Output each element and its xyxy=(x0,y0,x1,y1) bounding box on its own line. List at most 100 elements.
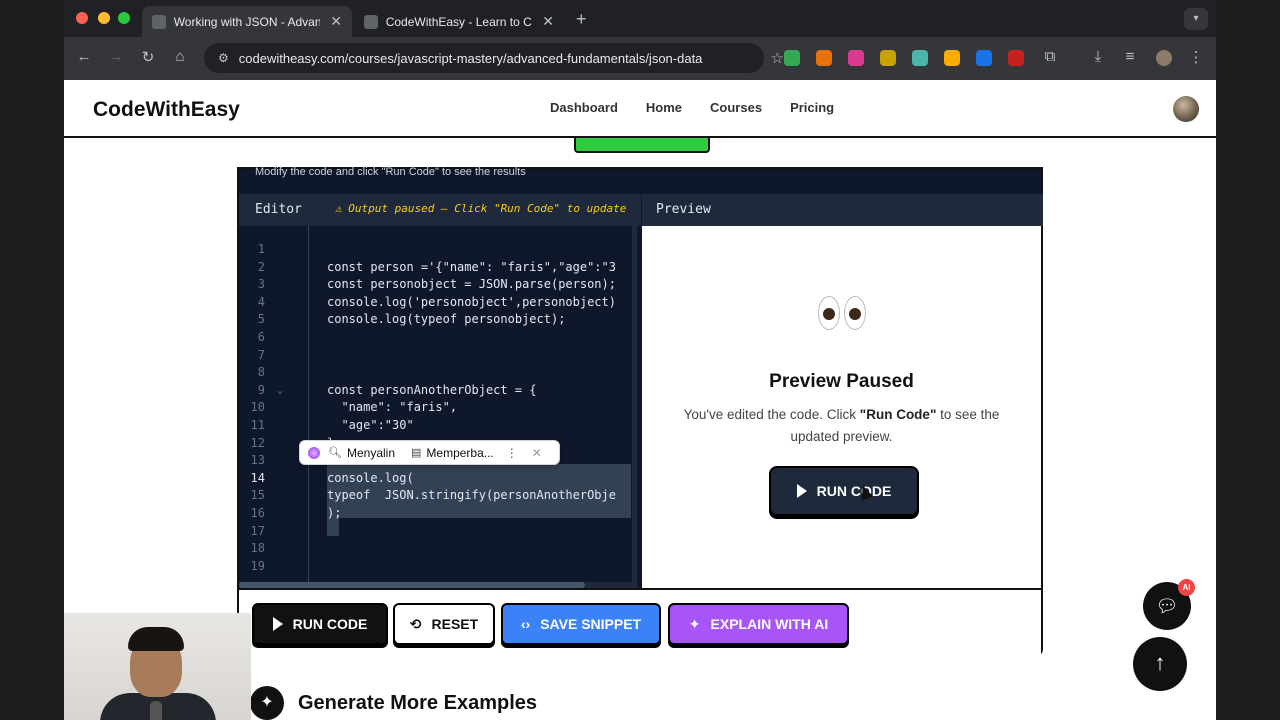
line-number: 15 xyxy=(250,488,265,502)
ai-badge: AI xyxy=(1178,579,1195,596)
editor-action-bar: RUN CODE ⟲ RESET ‹› SAVE SNIPPET ✦ EXPLA… xyxy=(239,588,1041,657)
main-nav: Dashboard Home Courses Pricing xyxy=(550,100,834,115)
bookmark-star-icon[interactable]: ☆ xyxy=(771,49,784,67)
code-line: console.log(typeof personobject); xyxy=(327,312,566,326)
preview-paused-title: Preview Paused xyxy=(769,371,914,392)
new-tab-icon[interactable]: + xyxy=(576,9,587,30)
preview-run-code-label: RUN CODE xyxy=(816,483,892,499)
close-tab-icon[interactable]: ✕ xyxy=(542,13,554,30)
extension-icon[interactable] xyxy=(1008,50,1024,66)
green-banner-button[interactable] xyxy=(574,138,710,153)
play-icon xyxy=(272,617,283,631)
code-line: ); xyxy=(327,506,342,520)
line-number-current: 14 xyxy=(250,471,265,485)
code-line: "age":"30" xyxy=(327,418,414,432)
line-number: 10 xyxy=(250,400,265,414)
scroll-to-top-button[interactable]: ↑ xyxy=(1133,637,1187,691)
chat-bubble-icon: 💬︎ xyxy=(1155,596,1179,616)
nav-courses[interactable]: Courses xyxy=(710,100,762,115)
extension-icon[interactable] xyxy=(880,50,896,66)
preview-run-code-button[interactable]: RUN CODE xyxy=(769,466,919,516)
line-number: 1 xyxy=(257,242,265,256)
browser-tab-active[interactable]: Working with JSON - Advanced ✕ xyxy=(142,6,352,37)
maximize-window-button[interactable] xyxy=(118,12,130,24)
editor-header: Editor ⚠ Output paused – Click "Run Code… xyxy=(239,194,641,226)
more-options-icon[interactable]: ⋮ xyxy=(506,446,518,460)
line-number: 9 xyxy=(257,383,265,397)
output-paused-warning: ⚠ Output paused – Click "Run Code" to up… xyxy=(335,202,627,215)
tab-title: Working with JSON - Advanced xyxy=(173,14,321,29)
explain-with-ai-label: EXPLAIN WITH AI xyxy=(710,616,829,632)
text-action-popup: 🔍︎ Menyalin ▤ Memperba... ⋮ ✕ xyxy=(299,440,560,465)
fix-action[interactable]: Memperba... xyxy=(426,446,493,460)
code-line: console.log( xyxy=(327,471,414,485)
preview-header: Preview xyxy=(642,194,1043,226)
code-editor[interactable]: 1 2 3 4 5 6 7 8 9 10 11 12 13 14 15 16 1… xyxy=(239,226,637,588)
sparkle-icon: ✦ xyxy=(250,686,284,720)
close-popup-icon[interactable]: ✕ xyxy=(532,446,542,460)
copy-action[interactable]: Menyalin xyxy=(347,446,395,460)
code-brackets-icon: ‹› xyxy=(520,616,531,632)
extension-icon[interactable] xyxy=(912,50,928,66)
code-line: const personobject = JSON.parse(person); xyxy=(327,277,616,291)
extension-icon[interactable] xyxy=(944,50,960,66)
ai-orb-icon[interactable] xyxy=(308,446,320,459)
user-avatar[interactable] xyxy=(1173,96,1199,122)
nav-pricing[interactable]: Pricing xyxy=(790,100,834,115)
nav-dashboard[interactable]: Dashboard xyxy=(550,100,618,115)
minimize-window-button[interactable] xyxy=(98,12,110,24)
site-header: CodeWithEasy Dashboard Home Courses Pric… xyxy=(64,80,1216,138)
site-logo[interactable]: CodeWithEasy xyxy=(93,98,240,122)
extension-icon[interactable] xyxy=(976,50,992,66)
explain-with-ai-button[interactable]: ✦ EXPLAIN WITH AI xyxy=(668,603,849,645)
reload-icon[interactable]: ↻ xyxy=(138,48,158,66)
extension-icon[interactable] xyxy=(816,50,832,66)
line-number: 16 xyxy=(250,506,265,520)
forward-icon[interactable]: → xyxy=(106,48,126,65)
profile-icon[interactable] xyxy=(1156,50,1172,66)
save-snippet-button[interactable]: ‹› SAVE SNIPPET xyxy=(501,603,661,645)
favicon-icon xyxy=(364,14,378,29)
browser-tab[interactable]: CodeWithEasy - Learn to Code ✕ xyxy=(354,6,564,37)
webcam-overlay xyxy=(64,613,251,720)
preview-panel: Preview Paused You've edited the code. C… xyxy=(642,226,1041,588)
line-number: 4 xyxy=(257,295,265,309)
play-icon xyxy=(796,484,807,498)
editor-label: Editor xyxy=(255,202,302,217)
site-info-icon[interactable]: ⚙ xyxy=(218,51,229,65)
code-line: const personAnotherObject = { xyxy=(327,383,537,397)
sparkle-icon: ✦ xyxy=(688,615,701,632)
line-number: 18 xyxy=(250,541,265,555)
preview-paused-text: You've edited the code. Click "Run Code"… xyxy=(683,407,1000,444)
reset-button[interactable]: ⟲ RESET xyxy=(393,603,495,645)
line-number: 5 xyxy=(257,312,265,326)
line-number: 8 xyxy=(257,365,265,379)
fold-chevron-icon[interactable]: ⌄ xyxy=(277,385,283,396)
media-icon[interactable]: ≡ xyxy=(1120,48,1140,65)
line-number: 13 xyxy=(250,453,265,467)
download-icon[interactable]: ⤓ xyxy=(1088,48,1108,65)
address-bar[interactable]: ⚙ codewitheasy.com/courses/javascript-ma… xyxy=(204,43,784,73)
extension-icon[interactable] xyxy=(784,50,800,66)
selection-highlight xyxy=(327,500,631,518)
home-icon[interactable]: ⌂ xyxy=(170,48,190,65)
extensions-puzzle-icon[interactable]: ⧉ xyxy=(1040,48,1060,65)
save-snippet-label: SAVE SNIPPET xyxy=(540,616,642,632)
line-number-gutter: 1 2 3 4 5 6 7 8 9 10 11 12 13 14 15 16 1… xyxy=(239,226,309,588)
more-menu-icon[interactable]: ⋮ xyxy=(1186,48,1206,66)
nav-home[interactable]: Home xyxy=(646,100,682,115)
preview-label: Preview xyxy=(656,202,711,217)
extension-icon[interactable] xyxy=(848,50,864,66)
line-number: 17 xyxy=(250,524,265,538)
search-icon: 🔍︎ xyxy=(328,447,342,459)
tab-bar: Working with JSON - Advanced ✕ CodeWithE… xyxy=(64,0,1216,37)
close-window-button[interactable] xyxy=(76,12,88,24)
tab-search-icon[interactable]: ▾ xyxy=(1184,8,1208,30)
back-icon[interactable]: ← xyxy=(74,48,94,65)
vertical-scrollbar[interactable] xyxy=(632,226,637,588)
line-number: 6 xyxy=(257,330,265,344)
close-tab-icon[interactable]: ✕ xyxy=(330,13,342,30)
browser-chrome: Working with JSON - Advanced ✕ CodeWithE… xyxy=(64,0,1216,80)
run-code-button[interactable]: RUN CODE xyxy=(252,603,388,645)
selection-highlight xyxy=(327,518,339,536)
